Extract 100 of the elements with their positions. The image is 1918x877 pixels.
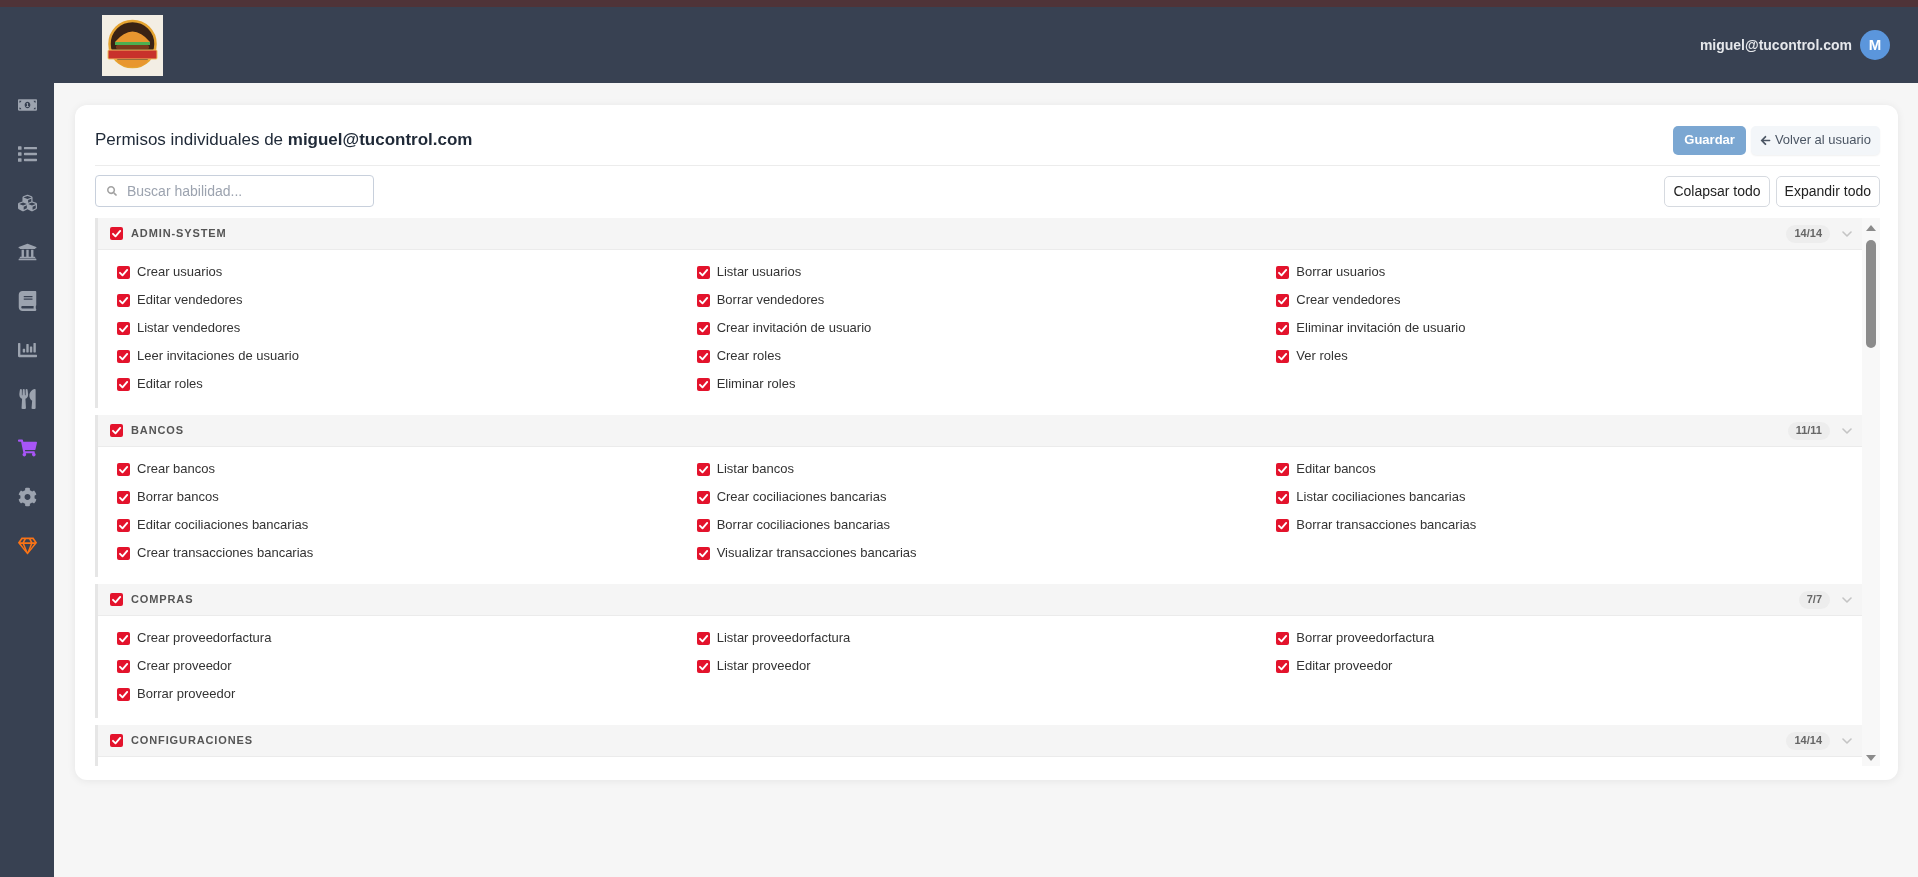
back-button[interactable]: Volver al usuario: [1750, 125, 1880, 155]
checkbox[interactable]: [117, 518, 130, 532]
permission-label: Editar proveedor: [1296, 657, 1393, 676]
scroll-down-icon[interactable]: [1866, 755, 1876, 761]
checkbox[interactable]: [1276, 518, 1290, 532]
section-checkbox[interactable]: [110, 227, 123, 240]
cubes-icon[interactable]: [17, 193, 37, 213]
checkbox[interactable]: [696, 349, 710, 363]
checkbox[interactable]: [117, 265, 130, 279]
permission-label: Borrar proveedor: [137, 685, 236, 704]
permission-label: Borrar bancos: [137, 488, 219, 507]
permission-label: Crear transacciones bancarias: [137, 544, 314, 563]
arrow-left-icon: [1759, 134, 1771, 146]
fork-knife-icon[interactable]: [17, 389, 37, 409]
page-title: Permisos individuales de miguel@tucontrol.com: [95, 129, 473, 152]
permission-label: Borrar usuarios: [1296, 263, 1386, 282]
permission-label: Ver roles: [1296, 347, 1348, 366]
permission-label: Listar proveedor: [716, 657, 811, 676]
permission-label: Borrar cociliaciones bancarias: [716, 516, 891, 535]
permission-label: Crear vendedores: [1296, 291, 1401, 310]
permission-label: Editar vendedores: [137, 291, 243, 310]
permission-label: Crear roles: [716, 347, 781, 366]
checkbox[interactable]: [696, 265, 710, 279]
permission-label: Crear usuarios: [137, 263, 223, 282]
user-email: miguel@tucontrol.com: [1699, 35, 1852, 55]
checkbox[interactable]: [1276, 462, 1290, 476]
checkbox[interactable]: [696, 659, 710, 673]
checkbox[interactable]: [117, 321, 130, 335]
checkbox[interactable]: [117, 546, 130, 560]
section-title: BANCOS: [131, 423, 184, 439]
checkbox[interactable]: [117, 687, 130, 701]
search-field[interactable]: Buscar habilidad...: [95, 175, 374, 207]
bar-chart-icon[interactable]: [17, 340, 37, 360]
checkbox[interactable]: [1276, 490, 1290, 504]
checkbox[interactable]: [696, 293, 710, 307]
permission-label: Editar bancos: [1296, 460, 1376, 479]
scrollbar-thumb[interactable]: [1866, 240, 1876, 348]
section-checkbox[interactable]: [110, 734, 123, 747]
checkbox[interactable]: [1276, 659, 1290, 673]
count-badge: 7/7: [1798, 590, 1830, 609]
permission-label: Crear cociliaciones bancarias: [716, 488, 887, 507]
section-title: COMPRAS: [131, 592, 194, 608]
count-badge: 11/11: [1787, 421, 1830, 440]
checkbox[interactable]: [117, 659, 130, 673]
book-icon[interactable]: [17, 291, 37, 311]
permission-label: Leer invitaciones de usuario: [137, 347, 299, 366]
scroll-up-icon[interactable]: [1866, 225, 1876, 231]
bank-icon[interactable]: [17, 242, 37, 262]
checkbox[interactable]: [117, 293, 130, 307]
permission-label: Crear proveedorfactura: [137, 629, 272, 648]
permission-label: Borrar proveedorfactura: [1296, 629, 1435, 648]
permission-label: Listar proveedorfactura: [716, 629, 851, 648]
checkbox[interactable]: [1276, 349, 1290, 363]
permission-label: Borrar transacciones bancarias: [1296, 516, 1477, 535]
checkbox[interactable]: [696, 377, 710, 391]
section-header[interactable]: COMPRAS 7/7: [98, 584, 1862, 616]
permission-label: Eliminar roles: [716, 375, 796, 394]
checkbox[interactable]: [1276, 265, 1290, 279]
checkbox[interactable]: [1276, 631, 1290, 645]
list-icon[interactable]: [17, 144, 37, 164]
permission-label: Listar vendedores: [137, 319, 241, 338]
settings-icon[interactable]: [17, 487, 37, 507]
section-header[interactable]: BANCOS 11/11: [98, 415, 1862, 447]
permission-label: Editar cociliaciones bancarias: [137, 516, 309, 535]
section-title: CONFIGURACIONES: [131, 733, 253, 749]
checkbox[interactable]: [696, 462, 710, 476]
checkbox[interactable]: [117, 377, 130, 391]
checkbox[interactable]: [117, 490, 130, 504]
section-checkbox[interactable]: [110, 424, 123, 437]
checkbox[interactable]: [696, 490, 710, 504]
permission-label: Editar roles: [137, 375, 203, 394]
expand-all-button[interactable]: Expandir todo: [1775, 175, 1880, 207]
collapse-all-button[interactable]: Colapsar todo: [1664, 175, 1770, 207]
scrollbar[interactable]: [1862, 218, 1880, 766]
cart-icon[interactable]: [17, 438, 37, 458]
checkbox[interactable]: [696, 518, 710, 532]
section-header[interactable]: ADMIN-SYSTEM 14/14: [98, 218, 1862, 250]
checkbox[interactable]: [696, 321, 710, 335]
count-badge: 14/14: [1786, 224, 1830, 243]
permission-label: Borrar vendedores: [716, 291, 825, 310]
permission-label: Visualizar transacciones bancarias: [716, 544, 917, 563]
checkbox[interactable]: [1276, 321, 1290, 335]
permission-label: Listar usuarios: [716, 263, 802, 282]
checkbox[interactable]: [696, 546, 710, 560]
count-badge: 14/14: [1786, 731, 1830, 750]
checkbox[interactable]: [1276, 293, 1290, 307]
search-icon: [107, 186, 117, 196]
permission-label: Listar bancos: [716, 460, 794, 479]
permission-label: Eliminar invitación de usuario: [1296, 319, 1466, 338]
permission-label: Crear bancos: [137, 460, 216, 479]
permission-label: Crear invitación de usuario: [716, 319, 872, 338]
permission-label: Listar cociliaciones bancarias: [1296, 488, 1466, 507]
burger-logo[interactable]: [102, 14, 163, 76]
checkbox[interactable]: [117, 462, 130, 476]
checkbox[interactable]: [117, 349, 130, 363]
section-checkbox[interactable]: [110, 593, 123, 606]
checkbox[interactable]: [696, 631, 710, 645]
checkbox[interactable]: [117, 631, 130, 645]
section-header[interactable]: CONFIGURACIONES 14/14: [98, 725, 1862, 757]
gem-icon[interactable]: [17, 536, 37, 556]
